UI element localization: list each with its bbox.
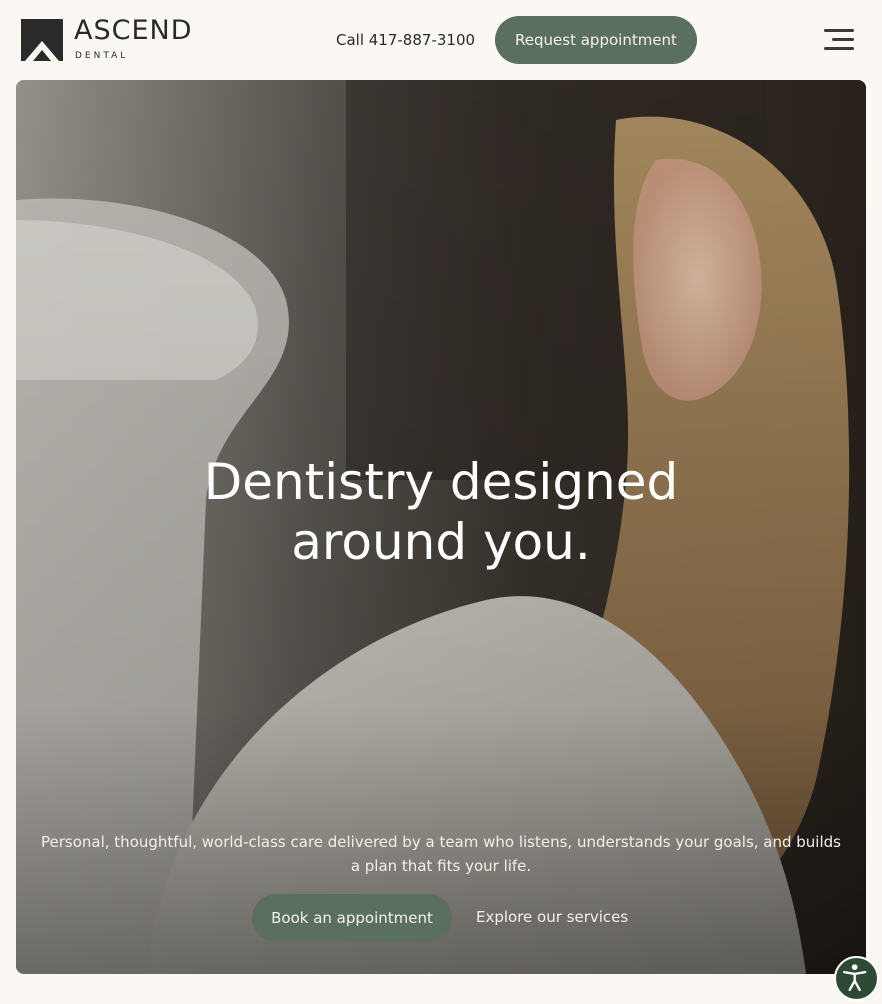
explore-services-link[interactable]: Explore our services: [476, 908, 628, 926]
brand-name: ASCEND: [74, 15, 193, 46]
accessibility-person-icon: [843, 964, 867, 992]
brand-sub: DENTAL: [75, 51, 129, 61]
hero-section: Dentistry designed around you. Personal,…: [16, 80, 866, 974]
menu-button[interactable]: [824, 27, 854, 53]
ascend-logo-icon: [21, 19, 63, 61]
hero-subtitle: Personal, thoughtful, world-class care d…: [41, 833, 841, 875]
site-header: ASCEND DENTAL Call 417-887-3100 Request …: [0, 0, 882, 80]
accessibility-button[interactable]: [834, 956, 879, 1001]
hero-title-line2: around you.: [291, 513, 591, 571]
hero-title-line1: Dentistry designed: [203, 453, 679, 511]
book-appointment-button[interactable]: Book an appointment: [252, 894, 452, 942]
hamburger-menu-icon: [824, 29, 854, 32]
hamburger-menu-icon-line: [824, 47, 854, 50]
logo-link[interactable]: ASCEND DENTAL: [21, 15, 221, 63]
hero-title: Dentistry designed around you.: [16, 452, 866, 572]
request-appointment-button[interactable]: Request appointment: [495, 16, 697, 64]
hamburger-menu-icon-line: [832, 38, 854, 41]
call-link[interactable]: Call 417-887-3100: [336, 31, 475, 49]
